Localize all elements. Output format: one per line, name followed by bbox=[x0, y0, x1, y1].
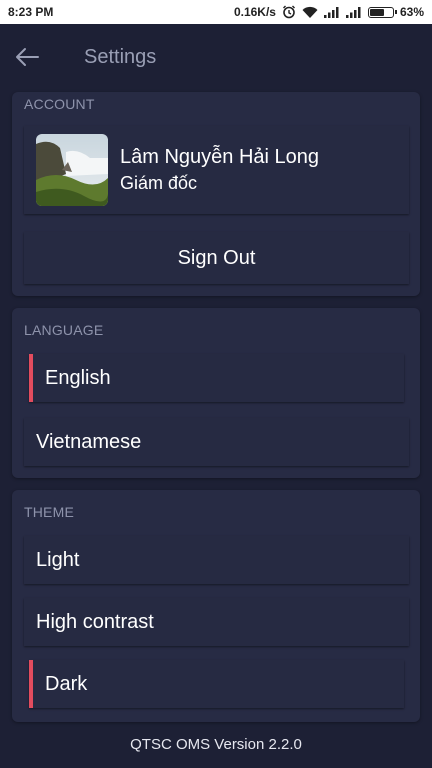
status-time: 8:23 PM bbox=[8, 5, 54, 19]
language-section-header: LANGUAGE bbox=[24, 322, 104, 338]
profile-role: Giám đốc bbox=[120, 173, 198, 193]
version-text: QTSC OMS Version 2.2.0 bbox=[130, 736, 302, 753]
avatar bbox=[36, 134, 108, 206]
status-bar: 8:23 PM 0.16K/s 63% bbox=[0, 0, 432, 24]
theme-section-header: THEME bbox=[24, 504, 74, 520]
back-button[interactable] bbox=[0, 24, 56, 90]
theme-option-high-contrast[interactable]: High contrast bbox=[24, 598, 409, 646]
profile-name: Lâm Nguyễn Hải Long bbox=[120, 146, 320, 168]
page-title: Settings bbox=[84, 45, 157, 68]
language-option-label: English bbox=[45, 366, 111, 389]
account-section-header: ACCOUNT bbox=[24, 96, 95, 112]
sign-out-button[interactable]: Sign Out bbox=[24, 232, 409, 284]
signal-icon-2 bbox=[345, 6, 362, 18]
battery-percent: 63% bbox=[399, 5, 424, 19]
theme-option-light[interactable]: Light bbox=[24, 536, 409, 584]
language-card: LANGUAGE English Vietnamese bbox=[12, 308, 420, 478]
network-speed: 0.16K/s bbox=[233, 5, 276, 19]
language-option-label: Vietnamese bbox=[36, 430, 142, 453]
wifi-icon bbox=[302, 6, 318, 19]
profile-row[interactable]: Lâm Nguyễn Hải Long Giám đốc bbox=[24, 126, 409, 214]
battery-level bbox=[369, 8, 384, 16]
profile-text: Lâm Nguyễn Hải Long Giám đốc bbox=[120, 146, 319, 194]
theme-option-dark[interactable]: Dark bbox=[29, 660, 404, 708]
signal-icon bbox=[323, 6, 340, 18]
account-card: ACCOUNT Lâm Nguyễn Hải Long Giám đốc Sig… bbox=[12, 92, 420, 296]
alarm-icon bbox=[282, 5, 296, 19]
status-indicators: 0.16K/s 63% bbox=[234, 5, 424, 19]
theme-option-label: High contrast bbox=[36, 610, 154, 633]
arrow-left-icon bbox=[16, 48, 39, 66]
theme-option-label: Dark bbox=[45, 672, 88, 695]
app-bar: Settings bbox=[0, 24, 432, 90]
language-option-english[interactable]: English bbox=[29, 354, 404, 402]
theme-option-label: Light bbox=[36, 548, 80, 571]
language-option-vietnamese[interactable]: Vietnamese bbox=[24, 418, 409, 466]
battery-icon bbox=[367, 6, 397, 18]
sign-out-label: Sign Out bbox=[177, 246, 256, 269]
theme-card: THEME Light High contrast Dark bbox=[12, 490, 420, 722]
